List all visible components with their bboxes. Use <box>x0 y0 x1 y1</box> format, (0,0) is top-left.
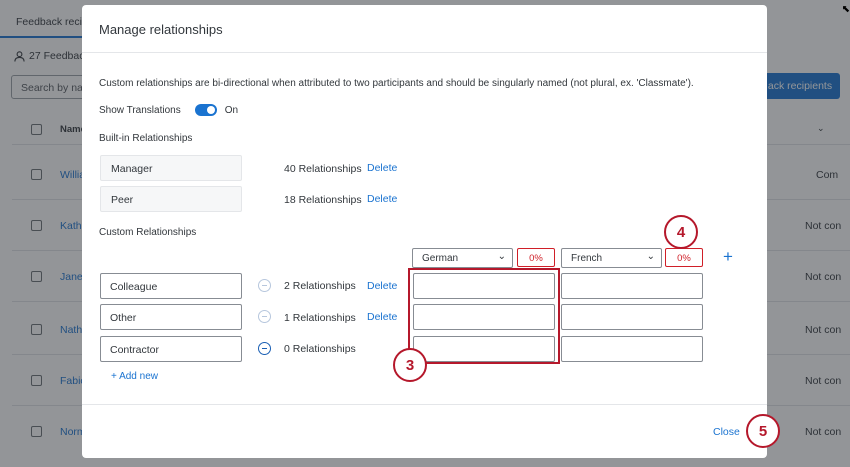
remove-icon[interactable] <box>258 342 271 355</box>
relationship-count: 2 Relationships <box>284 280 356 292</box>
header-divider <box>82 52 767 53</box>
language-select-label: German <box>422 253 459 264</box>
language-select-label: French <box>571 253 603 264</box>
remove-icon[interactable] <box>258 279 271 292</box>
show-translations-label: Show Translations <box>99 104 181 116</box>
show-translations-toggle[interactable] <box>194 104 217 116</box>
manage-relationships-dialog: Manage relationships Custom relationship… <box>82 5 780 458</box>
relationship-count: 40 Relationships <box>284 163 362 175</box>
footer-divider <box>82 404 767 405</box>
builtin-relationship-name: Peer <box>100 186 242 212</box>
resize-cursor-icon: ⬉ <box>841 4 850 15</box>
toggle-state-label: On <box>224 104 239 116</box>
callout-marker: 4 <box>664 215 698 249</box>
language-select-french[interactable]: French ⌄ <box>561 248 662 268</box>
chevron-down-icon: ⌄ <box>497 251 506 262</box>
remove-icon[interactable] <box>258 310 271 323</box>
delete-link[interactable]: Delete <box>367 162 397 174</box>
show-translations-row: Show Translations On <box>99 104 238 116</box>
language-select-german[interactable]: German ⌄ <box>412 248 513 268</box>
relationship-count: 18 Relationships <box>284 194 362 206</box>
add-new-link[interactable]: + Add new <box>111 371 158 382</box>
callout-marker: 5 <box>746 414 780 448</box>
builtin-relationship-name: Manager <box>100 155 242 181</box>
relationship-count: 0 Relationships <box>284 343 356 355</box>
custom-relationship-input[interactable]: Colleague <box>100 273 242 299</box>
close-button[interactable]: Close <box>713 426 740 438</box>
delete-link[interactable]: Delete <box>367 311 397 323</box>
translation-progress-badge: 0% <box>665 248 703 267</box>
relationship-count: 1 Relationships <box>284 312 356 324</box>
french-translation-input[interactable] <box>561 336 703 362</box>
builtin-relationships-heading: Built-in Relationships <box>99 133 193 144</box>
add-language-icon[interactable]: + <box>723 247 733 267</box>
german-column-highlight <box>408 268 560 364</box>
dialog-title: Manage relationships <box>99 22 223 37</box>
french-translation-input[interactable] <box>561 304 703 330</box>
delete-link[interactable]: Delete <box>367 193 397 205</box>
dialog-description: Custom relationships are bi-directional … <box>99 78 694 89</box>
chevron-down-icon: ⌄ <box>646 251 655 262</box>
custom-relationship-input[interactable]: Contractor <box>100 336 242 362</box>
callout-marker: 3 <box>393 348 427 382</box>
delete-link[interactable]: Delete <box>367 280 397 292</box>
custom-relationships-heading: Custom Relationships <box>99 227 197 238</box>
french-translation-input[interactable] <box>561 273 703 299</box>
custom-relationship-input[interactable]: Other <box>100 304 242 330</box>
translation-progress-badge: 0% <box>517 248 555 267</box>
